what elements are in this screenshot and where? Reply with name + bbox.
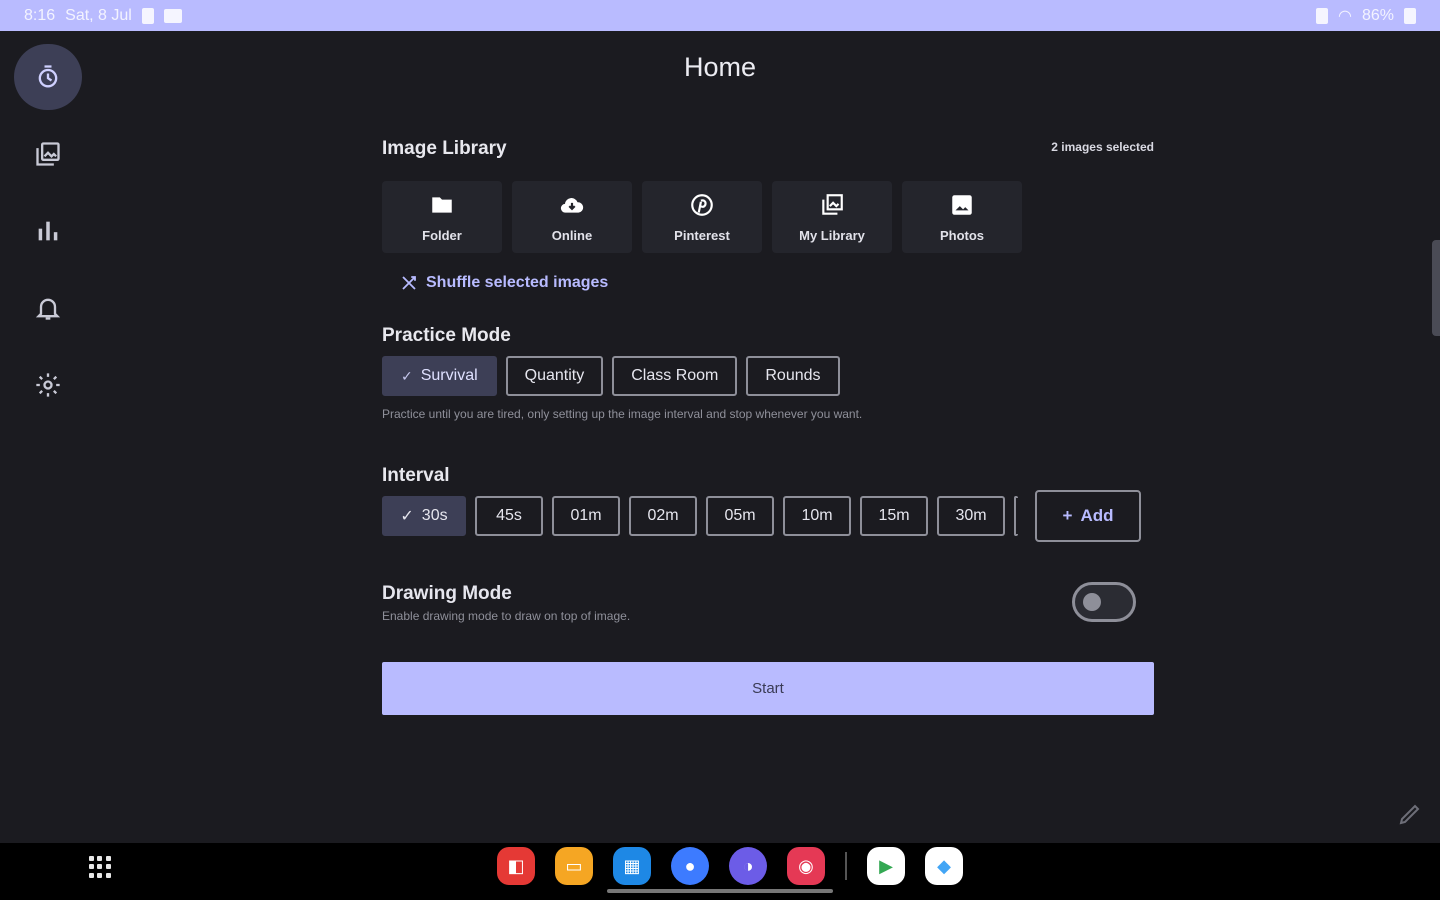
app-play-store-icon[interactable]: ▶ [867,847,905,885]
shuffle-icon [402,276,416,290]
mode-rounds-chip[interactable]: Rounds [746,356,840,396]
chip-label: Rounds [765,367,821,384]
nav-gallery[interactable] [14,121,82,187]
interval-01m-chip[interactable]: 01m [552,496,620,536]
app-files-icon[interactable]: ▭ [555,847,593,885]
dock: ◧ ▭ ▦ ● ◑ ◉ ▶ ◆ [497,847,963,885]
image-library-title: Image Library [382,138,507,159]
source-label: Photos [939,227,985,243]
home-gesture-bar[interactable] [607,889,833,893]
source-label: Folder [422,227,462,243]
source-pinterest-button[interactable]: Pinterest [642,181,762,253]
interval-45s-chip[interactable]: 45s [475,496,543,536]
app-browser-icon[interactable]: ◑ [729,847,767,885]
library-icon [822,193,843,215]
practice-mode-description: Practice until you are tired, only setti… [382,407,863,421]
scrollbar-handle[interactable] [1432,240,1440,336]
app-screen-recorder-icon[interactable]: ◉ [787,847,825,885]
shuffle-label: Shuffle selected images [426,274,609,291]
mode-quantity-chip[interactable]: Quantity [505,356,604,396]
status-bar: 8:16 Sat, 8 Jul ◠ 86% [0,0,1440,31]
image-source-list: Folder Online Pinterest My Library Photo… [382,181,1022,253]
battery-percentage: 86% [1361,6,1394,24]
app-messages-icon[interactable]: ● [671,847,709,885]
nav-notifications[interactable] [14,275,82,341]
screenshot-notification-icon [163,8,182,23]
source-folder-button[interactable]: Folder [382,181,502,253]
mode-survival-chip[interactable]: ✓ Survival [382,356,497,396]
photo-icon [952,194,972,215]
add-label: Add [1080,506,1114,525]
practice-mode-options: ✓ Survival Quantity Class Room Rounds [382,356,840,396]
nav-stats[interactable] [14,198,82,264]
interval-05m-chip[interactable]: 05m [706,496,774,536]
drawing-mode-toggle[interactable] [1072,582,1136,622]
interval-02m-chip[interactable]: 02m [629,496,697,536]
taskbar: ◧ ▭ ▦ ● ◑ ◉ ▶ ◆ [0,843,1440,900]
chip-label: 02m [647,507,679,524]
interval-30m-chip[interactable]: 30m [937,496,1005,536]
source-my-library-button[interactable]: My Library [772,181,892,253]
plus-icon: + [1062,506,1073,525]
source-online-button[interactable]: Online [512,181,632,253]
chip-label: 10m [801,507,833,524]
battery-icon [1404,7,1416,24]
gallery-icon [36,142,60,166]
source-label: Online [551,227,593,243]
chip-label: 30m [955,507,987,524]
chip-label: 15m [878,507,910,524]
stats-icon [38,221,58,241]
chip-label: Quantity [524,367,585,384]
notification-icon [141,7,154,24]
toggle-knob [1083,593,1101,611]
navigation-rail [0,31,96,843]
app-calendar-icon[interactable]: ▦ [613,847,651,885]
interval-scroll-edge[interactable] [1014,496,1018,536]
check-icon: ✓ [401,367,413,384]
nav-settings[interactable] [14,352,82,418]
interval-title: Interval [382,465,450,486]
practice-mode-title: Practice Mode [382,325,511,346]
check-icon: ✓ [400,508,414,525]
selected-images-count: 2 images selected [1051,140,1154,154]
app-flutter-icon[interactable]: ◆ [925,847,963,885]
pen-icon[interactable] [1398,802,1422,826]
chip-label: 30s [421,507,448,524]
chip-label: 01m [570,507,602,524]
chip-label: 05m [724,507,756,524]
dock-separator [845,852,847,880]
status-date: Sat, 8 Jul [65,6,132,24]
chip-label: Survival [420,367,478,384]
source-label: Pinterest [674,227,730,243]
start-button[interactable]: Start [382,662,1154,715]
page-title: Home [683,52,757,82]
interval-10m-chip[interactable]: 10m [783,496,851,536]
status-time: 8:16 [24,6,56,24]
interval-15m-chip[interactable]: 15m [860,496,928,536]
drawing-mode-description: Enable drawing mode to draw on top of im… [382,609,631,623]
chip-label: Class Room [631,367,719,384]
wifi-icon: ◠ [1338,7,1352,25]
app-red-icon[interactable]: ◧ [497,847,535,885]
chip-label: 45s [496,507,522,524]
pinterest-icon [691,193,713,216]
drawing-mode-title: Drawing Mode [382,583,512,604]
folder-icon [432,196,452,213]
bell-icon [35,298,61,320]
interval-30s-chip[interactable]: ✓ 30s [382,496,466,536]
sim-icon [1316,7,1328,24]
add-interval-button[interactable]: + Add [1035,490,1141,542]
cloud-download-icon [560,197,584,213]
interval-options: ✓ 30s 45s 01m 02m 05m 10m 15m 30m + Add [382,490,1141,542]
settings-icon [36,373,60,397]
app-drawer-icon[interactable] [89,856,111,878]
source-photos-button[interactable]: Photos [902,181,1022,253]
source-label: My Library [799,227,865,243]
shuffle-images-button[interactable]: Shuffle selected images [400,274,608,292]
mode-class-room-chip[interactable]: Class Room [612,356,738,396]
